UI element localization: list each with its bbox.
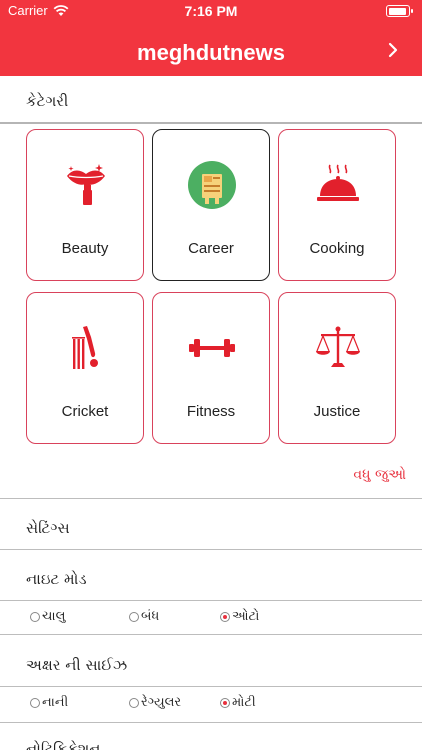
battery-icon xyxy=(386,5,413,17)
settings-heading: સેટિંગ્સ xyxy=(26,519,70,537)
radio-circle-icon xyxy=(30,611,40,622)
radio-label: ઓટો xyxy=(232,609,260,624)
font-size-large-radio[interactable]: મોટી xyxy=(220,695,256,710)
category-divider xyxy=(0,122,422,124)
category-card-fitness[interactable]: Fitness xyxy=(152,292,270,444)
radio-label: ચાલુ xyxy=(42,609,66,624)
night-mode-auto-radio[interactable]: ઓટો xyxy=(220,609,259,624)
cricket-bat-icon xyxy=(72,326,98,369)
radio-selected-icon xyxy=(220,697,230,708)
font-size-small-radio[interactable]: નાની xyxy=(30,695,68,710)
radio-label: મોટી xyxy=(232,695,256,710)
radio-circle-icon xyxy=(129,697,139,708)
see-more-link[interactable]: વધુ જુઓ xyxy=(353,467,406,483)
career-icon xyxy=(188,161,236,209)
radio-circle-icon xyxy=(30,697,40,708)
radio-circle-icon xyxy=(129,611,139,622)
divider xyxy=(0,549,422,550)
category-label-career: Career xyxy=(188,240,234,257)
night-mode-options: ચાલુ બંધ ઓટો xyxy=(0,602,422,632)
font-size-regular-radio[interactable]: રેગ્યુલર xyxy=(129,695,181,710)
divider xyxy=(0,634,422,635)
radio-selected-icon xyxy=(220,611,230,622)
category-label-cricket: Cricket xyxy=(61,403,109,420)
category-card-cooking[interactable]: Cooking xyxy=(278,129,396,281)
category-label-beauty: Beauty xyxy=(61,240,109,257)
lips-lipstick-icon xyxy=(67,164,105,205)
category-card-cricket[interactable]: Cricket xyxy=(26,292,144,444)
category-heading: કેટેગરી xyxy=(26,92,69,110)
status-bar: Carrier 7:16 PM xyxy=(0,0,422,24)
divider xyxy=(0,722,422,723)
radio-label: રેગ્યુલર xyxy=(141,695,182,710)
night-mode-on-radio[interactable]: ચાલુ xyxy=(30,609,65,624)
category-card-beauty[interactable]: Beauty xyxy=(26,129,144,281)
font-size-options: નાની રેગ્યુલર મોટી xyxy=(0,688,422,718)
category-card-justice[interactable]: Justice xyxy=(278,292,396,444)
cloche-icon xyxy=(317,164,359,201)
divider xyxy=(0,686,422,687)
app-header: Carrier 7:16 PM meghdutnews xyxy=(0,0,422,76)
radio-label: નાની xyxy=(42,695,69,710)
night-mode-label: નાઇટ મોડ xyxy=(26,570,87,588)
category-label-cooking: Cooking xyxy=(309,240,365,257)
dumbbell-icon xyxy=(189,339,235,357)
category-label-justice: Justice xyxy=(313,403,361,420)
divider xyxy=(0,498,422,499)
notification-label: નોટિફિકેશન xyxy=(26,740,101,750)
app-title: meghdutnews xyxy=(137,40,285,65)
radio-label: બંધ xyxy=(141,609,160,624)
night-mode-off-radio[interactable]: બંધ xyxy=(129,609,159,624)
category-card-career[interactable]: Career xyxy=(152,129,270,281)
clock: 7:16 PM xyxy=(184,3,238,19)
scales-icon xyxy=(316,326,360,367)
font-size-label: અક્ષર ની સાઈઝ xyxy=(26,656,128,674)
divider xyxy=(0,600,422,601)
category-label-fitness: Fitness xyxy=(186,403,236,420)
chevron-right-icon[interactable] xyxy=(386,40,400,60)
